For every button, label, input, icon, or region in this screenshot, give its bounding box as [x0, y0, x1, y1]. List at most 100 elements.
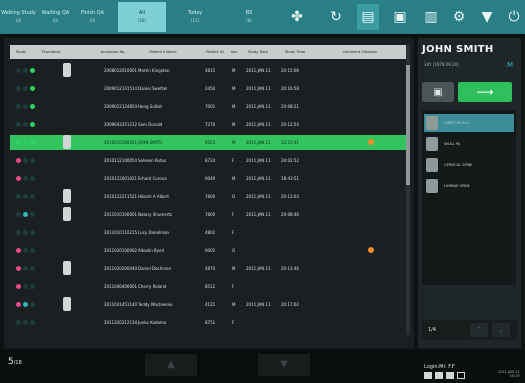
- study-list-scrollbar[interactable]: [406, 45, 410, 335]
- series-item[interactable]: LUMBAR SPINE: [424, 177, 514, 195]
- cell-name: Daniel Swefzel: [138, 86, 168, 91]
- column-header[interactable]: Study Time: [280, 45, 310, 59]
- tab-today[interactable]: Today (11): [170, 2, 220, 32]
- table-row[interactable]: 2011020100002 Alkadin Byerl 0002 O: [10, 243, 410, 258]
- cell-pid: 8512: [205, 284, 216, 289]
- status-dot: [23, 302, 28, 307]
- cell-sex: M: [232, 104, 236, 109]
- status-dot: [23, 320, 28, 325]
- cell-date: 2011.JAN.11: [246, 302, 271, 307]
- status-dot: [30, 248, 35, 253]
- cell-time: 20:17:02: [281, 302, 299, 307]
- status-dot: [16, 104, 21, 109]
- settings-button[interactable]: ⚙: [448, 4, 470, 30]
- column-header[interactable]: Sex: [230, 45, 238, 59]
- page-down-button[interactable]: ⌄: [492, 323, 510, 337]
- cell-time: 20:02:52: [281, 158, 299, 163]
- patient-info: 34Y (1978.09.20): [424, 62, 459, 67]
- table-row[interactable]: 2010020100021 JOHN SMITH 0023 M 2011.JAN.11 1…: [10, 135, 410, 150]
- status-dot: [23, 176, 28, 181]
- status-dot: [16, 248, 21, 253]
- tab-count: (0): [89, 18, 96, 23]
- cell-acc: 2010122211521: [104, 194, 138, 199]
- column-header[interactable]: Study Condition: [10, 45, 32, 68]
- column-header[interactable]: Study Date: [242, 45, 274, 59]
- status-dot: [30, 302, 35, 307]
- cell-acc: 2011010110215: [104, 230, 138, 235]
- status-dot: [23, 68, 28, 73]
- status-dot: [30, 122, 35, 127]
- status-dot: [23, 266, 28, 271]
- thumbnail-image: [63, 297, 71, 311]
- tab-count: (11): [190, 18, 200, 23]
- table-row[interactable]: 2011010110215 Lucy Donelman 4802 F: [10, 225, 410, 240]
- add-patient-icon: ✤: [291, 9, 303, 25]
- cell-acc: 2010122001021: [104, 176, 138, 181]
- status-dot: [23, 212, 28, 217]
- tab-waiting-qa[interactable]: Waiting QA (0): [37, 2, 74, 32]
- column-header[interactable]: Thumbnail: [36, 45, 66, 59]
- column-header[interactable]: Accession No.: [94, 45, 132, 59]
- cell-pid: 2450: [205, 86, 216, 91]
- tab-count: (28): [137, 18, 147, 23]
- cell-name: Daniel Dochman: [138, 266, 172, 271]
- status-dot: [23, 122, 28, 127]
- cell-time: 12:21:41: [281, 140, 299, 145]
- cell-pid: 4870: [205, 266, 216, 271]
- cell-sex: M: [232, 176, 236, 181]
- cell-name: Junko Kodama: [138, 320, 167, 325]
- monitor-button[interactable]: ▤: [357, 4, 379, 30]
- tab-finish-qa[interactable]: Finish QA (0): [74, 2, 111, 32]
- cell-sex: F: [232, 320, 235, 325]
- table-row[interactable]: 2011320212134 Junko Kodama 8751 F: [10, 315, 410, 330]
- cell-time: 20:08:21: [281, 104, 299, 109]
- column-header[interactable]: Comment Situation: [340, 45, 380, 59]
- add-patient-button[interactable]: ✤: [286, 4, 308, 30]
- status-dot: [16, 68, 21, 73]
- move-up-button[interactable]: ▲: [145, 354, 197, 376]
- series-item[interactable]: SKULL PA: [424, 135, 514, 153]
- series-item[interactable]: CERVICAL SPINE: [424, 156, 514, 174]
- status-dot: [16, 302, 21, 307]
- table-row[interactable]: 2011020200040 Daniel Dochman 4870 M 2011.JAN…: [10, 261, 410, 276]
- tab-all[interactable]: All (28): [118, 2, 166, 32]
- table-row[interactable]: 2011041451140 Teddy Macheenie 4121 M 2011.JA…: [10, 297, 410, 312]
- cell-sex: F: [232, 230, 235, 235]
- column-header[interactable]: Patient's Name: [136, 45, 190, 59]
- refresh-button[interactable]: ↻: [325, 4, 347, 30]
- status-dot: [30, 104, 35, 109]
- table-row[interactable]: 2010122001021 Erhard Corona 0049 M 2011.JAN.…: [10, 171, 410, 186]
- tab-waiting-study[interactable]: Waiting Study (0): [0, 2, 37, 32]
- table-row[interactable]: 2009012141514 Daniel Swefzel 2450 M 2011.JAN…: [10, 81, 410, 96]
- cell-date: 2011.JAN.11: [246, 86, 271, 91]
- status-dot: [23, 230, 28, 235]
- arrow-right-icon: ⟶: [476, 85, 494, 99]
- status-dot: [30, 68, 35, 73]
- start-exam-button[interactable]: ⟶: [458, 82, 512, 102]
- table-row[interactable]: 2008012010001 Martin Kingston 4815 M 2011.JA…: [10, 63, 410, 78]
- status-dot: [16, 194, 21, 199]
- move-down-button[interactable]: ▼: [258, 354, 310, 376]
- tab-bs[interactable]: BS (8): [224, 2, 274, 32]
- delete-button[interactable]: ▥: [420, 4, 442, 30]
- status-dot: [30, 176, 35, 181]
- scroll-thumb[interactable]: [406, 65, 410, 185]
- table-row[interactable]: 2011010100001 Natary Shumertz 7800 F 2011.JA…: [10, 207, 410, 222]
- table-row[interactable]: 2009043351212 Sam Donald 7270 M 2011.JAN.11 2…: [10, 117, 410, 132]
- page-up-button[interactable]: ⌃: [470, 323, 488, 337]
- table-row[interactable]: 2010122211521 Hikorls A Albert 7800 O 2011.J…: [10, 189, 410, 204]
- cell-pid: 8724: [205, 158, 216, 163]
- dropdown-button[interactable]: ▼: [476, 4, 498, 30]
- table-row[interactable]: 2011040400001 Cherry Roland 8512 F: [10, 279, 410, 294]
- series-label: CERVICAL SPINE: [444, 163, 473, 167]
- table-row[interactable]: 2009012124854 Hong Sullah 7001 M 2011.JAN.11…: [10, 99, 410, 114]
- column-header[interactable]: Patient ID: [202, 45, 228, 59]
- tab-count: (0): [15, 18, 22, 23]
- series-item[interactable]: CHEST PA A+L: [424, 114, 514, 132]
- lock-button[interactable]: ▣: [389, 4, 411, 30]
- power-button[interactable]: ⏻: [505, 4, 523, 30]
- battery-icon: [446, 372, 454, 379]
- table-row[interactable]: 2010112100054 Selesen Rotus 8724 F 2011.JAN.…: [10, 153, 410, 168]
- cell-time: 20:13:46: [281, 266, 299, 271]
- open-folder-button[interactable]: ▣: [422, 82, 454, 102]
